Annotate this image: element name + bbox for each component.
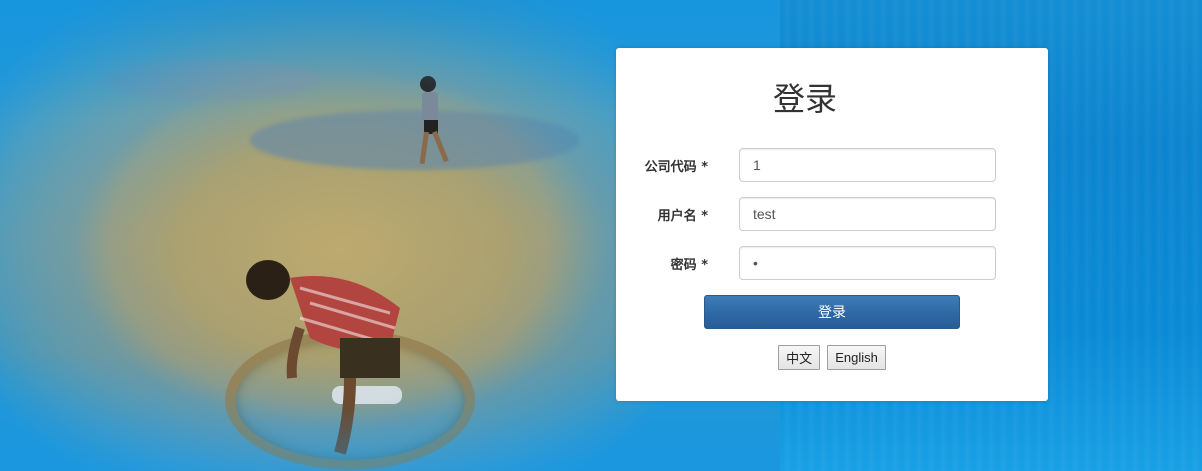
photo-sand-ring bbox=[225, 330, 475, 470]
photo-puddle bbox=[250, 110, 580, 170]
login-title: 登录 bbox=[772, 80, 837, 118]
language-english-button[interactable]: English bbox=[827, 345, 886, 370]
language-switcher: 中文 English bbox=[616, 345, 1048, 370]
password-row: 密码 * bbox=[616, 246, 1048, 280]
language-chinese-button[interactable]: 中文 bbox=[778, 345, 821, 370]
company-code-label: 公司代码 * bbox=[644, 160, 708, 175]
username-input[interactable] bbox=[739, 197, 996, 231]
password-input[interactable] bbox=[739, 246, 996, 280]
company-code-row: 公司代码 * bbox=[616, 148, 1048, 182]
username-label: 用户名 * bbox=[657, 209, 708, 224]
login-card: 登录 公司代码 * 用户名 * 密码 * 登录 中文 English bbox=[616, 48, 1048, 401]
photo-puddle-far bbox=[100, 60, 320, 100]
login-page: 登录 公司代码 * 用户名 * 密码 * 登录 中文 English bbox=[0, 0, 1202, 471]
username-row: 用户名 * bbox=[616, 197, 1048, 231]
password-label: 密码 * bbox=[670, 258, 708, 273]
login-button[interactable]: 登录 bbox=[704, 295, 960, 329]
photo-child-walking bbox=[419, 76, 449, 165]
company-code-input[interactable] bbox=[739, 148, 996, 182]
photo-child-crouching bbox=[246, 260, 402, 455]
